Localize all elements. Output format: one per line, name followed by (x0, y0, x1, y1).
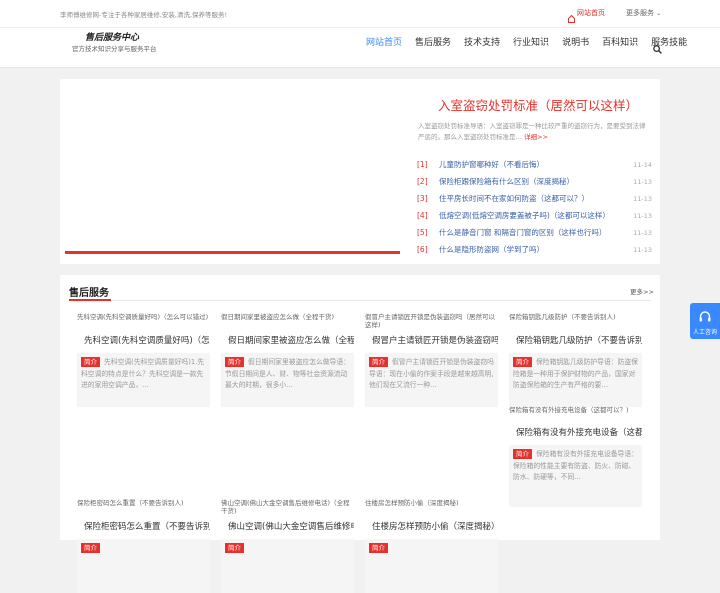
headline-num: [6] (417, 245, 428, 254)
site-subtitle: 官方技术知识分享与服务平台 (72, 45, 157, 53)
headline-num: [5] (417, 228, 428, 237)
top-home-link[interactable]: 网站首页 (577, 8, 605, 18)
article-card[interactable]: 保险箱有没有外接充电设备（这都可以？) 保险箱有没有外接充电设备（这都 简介 保险… (509, 406, 642, 507)
section-divider (69, 300, 651, 301)
headline-date: 11-14 (633, 160, 652, 169)
card-title[interactable]: 住楼房怎样预防小偷（深度揭秘） (372, 520, 498, 532)
featured-description: 入室盗窃处罚标准导语：入室盗窃罪是一种比较严重的盗窃行为，是要受到法律严惩的。那… (418, 121, 646, 143)
card-title[interactable]: 先科空调(先科空调质量好吗)（怎 (84, 334, 210, 346)
card-summary: 简介 (365, 539, 498, 593)
intro-badge: 简介 (369, 543, 388, 553)
nav-item-industry[interactable]: 行业知识 (509, 28, 553, 68)
nav-item-manual[interactable]: 说明书 (558, 28, 593, 68)
article-card[interactable]: 先科空调(先科空调质量好吗)（怎么可以错过) 先科空调(先科空调质量好吗)（怎 … (77, 313, 210, 407)
top-bar: 李师傅维修网-专注于各种家居维修,安装,清洗,保养等服务! 网站首页 更多服务 … (0, 0, 720, 28)
card-image-alt[interactable]: 假日期间家里被盗应怎么做（全程干货) (221, 313, 354, 329)
site-tagline: 李师傅维修网-专注于各种家居维修,安装,清洗,保养等服务! (60, 11, 228, 19)
section-title: 售后服务 (69, 288, 109, 299)
card-summary: 简介 保险箱钥匙几级防护导语：防盗保险箱是一种用于保护财物的产品，国家对防盗保险箱… (509, 353, 642, 407)
headline-num: [3] (417, 194, 428, 203)
card-title[interactable]: 保险柜密码怎么重置（不要告诉别 (84, 520, 210, 532)
card-image-alt[interactable]: 保险箱钥匙几级防护（不要告诉别人) (509, 313, 642, 329)
nav-item-tech-support[interactable]: 技术支持 (460, 28, 504, 68)
headline-title[interactable]: 什么是隐形防盗网（学到了吗） (439, 244, 632, 255)
headline-date: 11-13 (633, 228, 652, 237)
headline-title[interactable]: 低熔空调(低熔空调房要盖被子吗)（这都可以这样） (439, 210, 632, 221)
article-card[interactable]: 保险箱钥匙几级防护（不要告诉别人) 保险箱钥匙几级防护（不要告诉别 简介 保险箱钥… (509, 313, 642, 407)
more-services-link[interactable]: 更多服务 ⌄ (626, 8, 661, 18)
headline-item[interactable]: [6] 什么是隐形防盗网（学到了吗） 11-13 (417, 241, 652, 258)
headline-title[interactable]: 保险柜跟保险箱有什么区别（深度揭秘） (439, 176, 632, 187)
card-summary: 简介 (77, 539, 210, 593)
customer-service-button[interactable]: 人工咨询 (690, 303, 720, 339)
headline-item[interactable]: [3] 住平房长时间不在家如何防盗（这都可以？） 11-13 (417, 190, 652, 207)
headline-date: 11-13 (633, 211, 652, 220)
headline-date: 11-13 (633, 177, 652, 186)
article-card[interactable]: 住楼房怎样预防小偷（深度揭秘) 住楼房怎样预防小偷（深度揭秘） 简介 (365, 499, 498, 593)
intro-badge: 简介 (225, 357, 244, 367)
card-image-alt[interactable]: 保险箱有没有外接充电设备（这都可以？) (509, 406, 642, 422)
headline-date: 11-13 (633, 194, 652, 203)
intro-badge: 简介 (225, 543, 244, 553)
headline-title[interactable]: 儿童防护窗哪种好（不看后悔） (439, 159, 632, 170)
nav-item-wiki[interactable]: 百科知识 (598, 28, 642, 68)
article-card[interactable]: 佛山空调(佛山大金空调售后维修电话)（全程干货) 佛山空调(佛山大金空调售后维修… (221, 499, 354, 593)
card-title[interactable]: 佛山空调(佛山大金空调售后维修电 (228, 520, 354, 532)
site-logo[interactable]: 售后服务中心 (85, 30, 139, 43)
after-sales-section: 售后服务 更多>> 先科空调(先科空调质量好吗)（怎么可以错过) 先科空调(先科… (60, 275, 660, 593)
intro-badge: 简介 (81, 357, 100, 367)
site-header: 售后服务中心 官方技术知识分享与服务平台 网站首页 售后服务 技术支持 行业知识… (0, 28, 720, 68)
headline-item[interactable]: [2] 保险柜跟保险箱有什么区别（深度揭秘） 11-13 (417, 173, 652, 190)
card-summary: 简介 假日期间家里被盗应怎么做导语：节假日期间是人、财、物等社会资源流动最大的时期… (221, 353, 354, 407)
card-title[interactable]: 假冒户主请锁匠开锁是伪装盗窃吗 (372, 334, 498, 346)
headline-num: [2] (417, 177, 428, 186)
headline-item[interactable]: [1] 儿童防护窗哪种好（不看后悔） 11-14 (417, 156, 652, 173)
featured-title[interactable]: 入室盗窃处罚标准（居然可以这样） (438, 95, 638, 114)
card-summary: 简介 保险箱有没有外接充电设备导语：保险箱的性能主要有防盗、防火、防磁、防水、防硬… (509, 445, 642, 507)
headline-num: [1] (417, 160, 428, 169)
featured-slideshow[interactable] (65, 86, 400, 254)
nav-item-after-sales[interactable]: 售后服务 (411, 28, 455, 68)
featured-more-link[interactable]: 详细>> (524, 133, 548, 141)
main-nav: 网站首页 售后服务 技术支持 行业知识 说明书 百科知识 服务技能 (362, 28, 696, 68)
search-icon[interactable] (653, 39, 662, 58)
customer-service-label: 人工咨询 (692, 329, 717, 336)
card-title[interactable]: 假日期间家里被盗应怎么做（全程 (228, 334, 354, 346)
headline-item[interactable]: [4] 低熔空调(低熔空调房要盖被子吗)（这都可以这样） 11-13 (417, 207, 652, 224)
headline-item[interactable]: [5] 什么是静音门窗 和隔音门窗的区别（这样也行吗） 11-13 (417, 224, 652, 241)
card-image-alt[interactable]: 佛山空调(佛山大金空调售后维修电话)（全程干货) (221, 499, 354, 515)
headline-title[interactable]: 什么是静音门窗 和隔音门窗的区别（这样也行吗） (439, 227, 632, 238)
home-icon (568, 8, 575, 27)
card-image-alt[interactable]: 假冒户主请锁匠开锁是伪装盗窃吗（居然可以这样) (365, 313, 498, 329)
section-more-link[interactable]: 更多>> (630, 286, 654, 296)
headline-list: [1] 儿童防护窗哪种好（不看后悔） 11-14 [2] 保险柜跟保险箱有什么区别（深… (417, 156, 652, 258)
intro-badge: 简介 (369, 357, 388, 367)
card-summary: 简介 先科空调(先科空调质量好吗)1.先科空调的特点是什么？先科空调是一款先进的家… (77, 353, 210, 407)
intro-badge: 简介 (81, 543, 100, 553)
intro-badge: 简介 (513, 357, 532, 367)
card-image-alt[interactable]: 先科空调(先科空调质量好吗)（怎么可以错过) (77, 313, 210, 329)
headline-date: 11-13 (633, 245, 652, 254)
card-title[interactable]: 保险箱有没有外接充电设备（这都 (516, 426, 642, 438)
headline-title[interactable]: 住平房长时间不在家如何防盗（这都可以？） (439, 193, 632, 204)
card-summary: 简介 假冒户主请锁匠开锁是伪装盗窃吗导语：现在小偷的作案手段是越来越高明,他们现在… (365, 353, 498, 407)
card-image-alt[interactable]: 住楼房怎样预防小偷（深度揭秘) (365, 499, 498, 515)
article-card[interactable]: 假冒户主请锁匠开锁是伪装盗窃吗（居然可以这样) 假冒户主请锁匠开锁是伪装盗窃吗 … (365, 313, 498, 407)
chevron-down-icon: ⌄ (656, 10, 662, 17)
card-image-alt[interactable]: 保险柜密码怎么重置（不要告诉别人) (77, 499, 210, 515)
section-underline (69, 299, 111, 301)
card-summary: 简介 (221, 539, 354, 593)
article-card[interactable]: 假日期间家里被盗应怎么做（全程干货) 假日期间家里被盗应怎么做（全程 简介 假日期… (221, 313, 354, 407)
more-services-label: 更多服务 (626, 9, 654, 17)
headline-num: [4] (417, 211, 428, 220)
article-card[interactable]: 保险柜密码怎么重置（不要告诉别人) 保险柜密码怎么重置（不要告诉别 简介 (77, 499, 210, 593)
intro-badge: 简介 (513, 449, 532, 459)
headset-icon (698, 309, 712, 328)
featured-panel: 入室盗窃处罚标准（居然可以这样） 入室盗窃处罚标准导语：入室盗窃罪是一种比较严重… (60, 79, 660, 264)
card-title[interactable]: 保险箱钥匙几级防护（不要告诉别 (516, 334, 642, 346)
nav-item-home[interactable]: 网站首页 (362, 28, 406, 68)
